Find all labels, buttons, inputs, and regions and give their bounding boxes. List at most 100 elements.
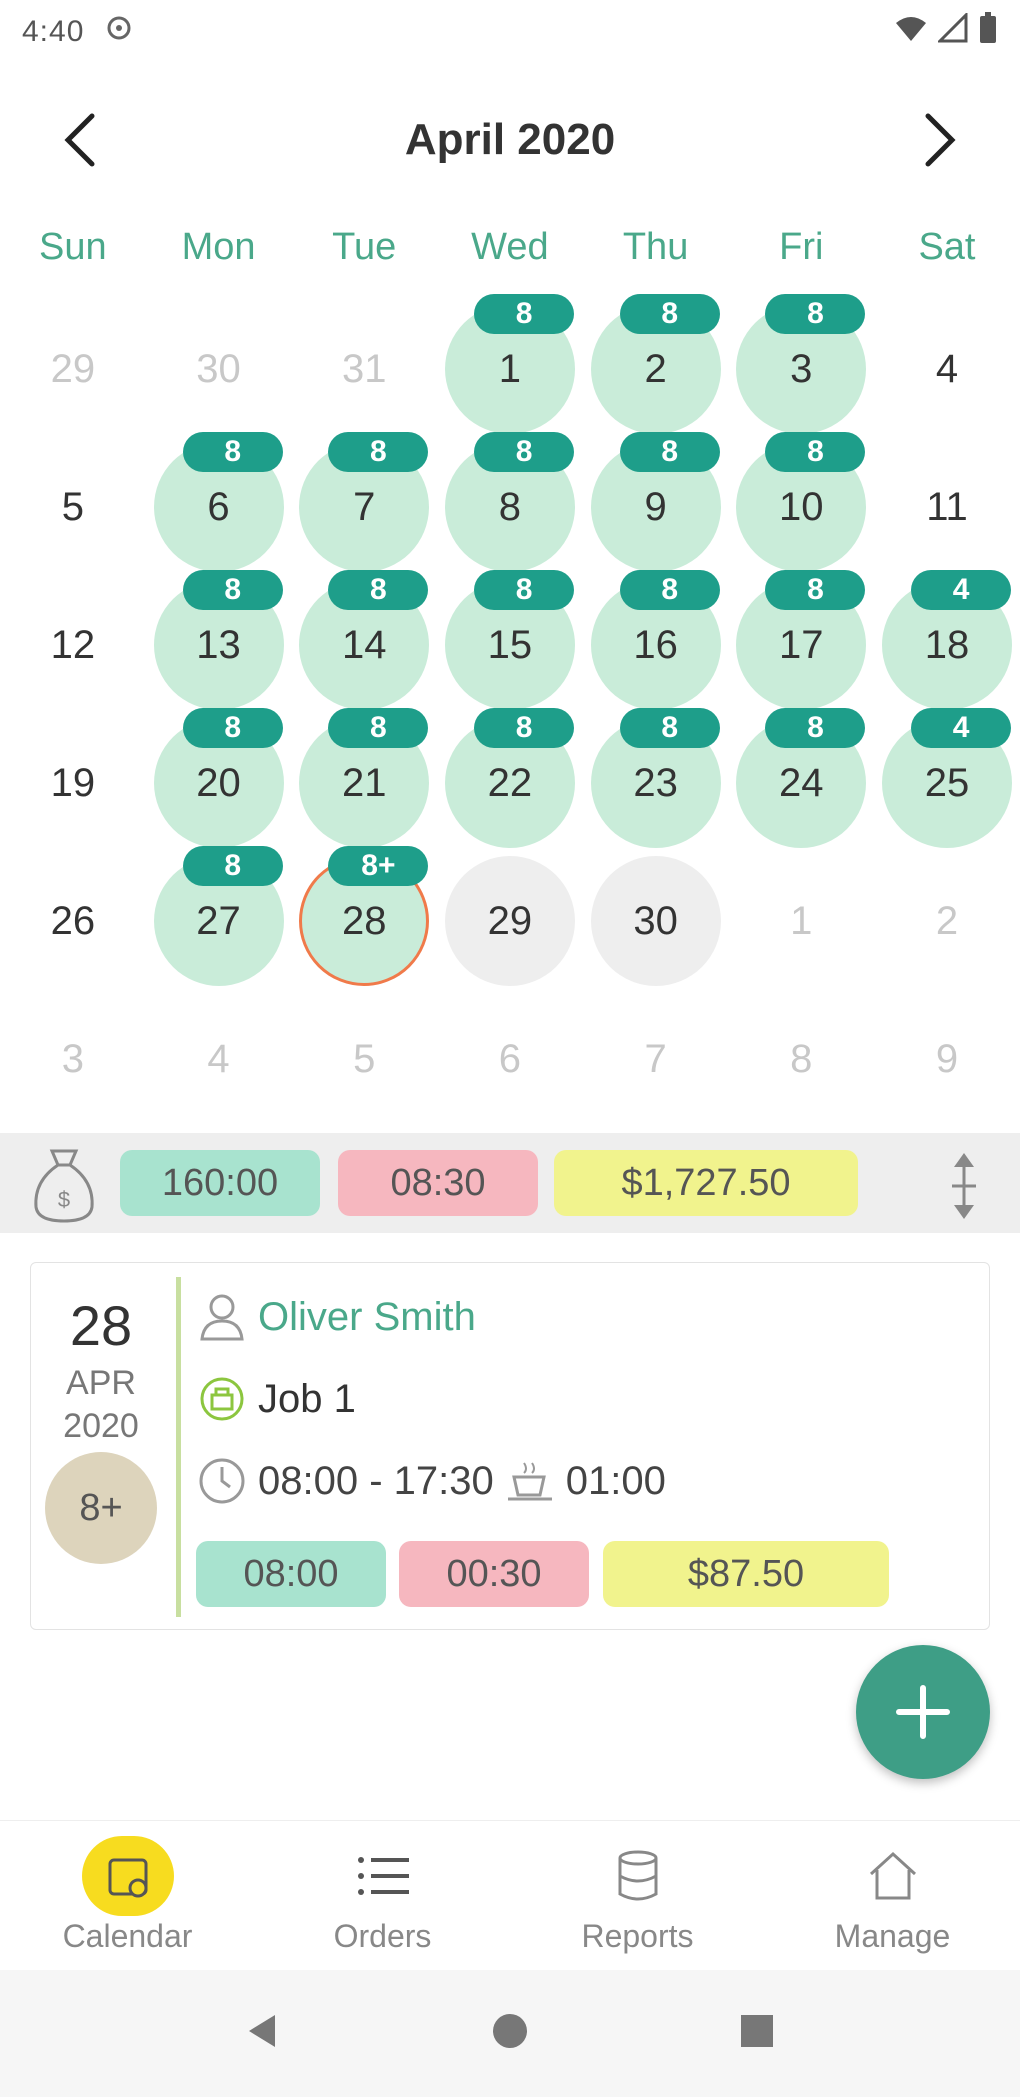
calendar-day-cell[interactable]: 8 24 [728, 708, 874, 852]
day-number: 25 [924, 760, 970, 805]
calendar-day-cell[interactable]: 7 [583, 990, 729, 1128]
calendar-day-cell[interactable]: 26 [0, 852, 146, 990]
nav-orders[interactable]: Orders [255, 1821, 510, 1970]
calendar-day-cell[interactable]: 8 17 [728, 570, 874, 714]
settings-status-icon [102, 11, 136, 53]
calendar-day-cell[interactable]: 2 [874, 852, 1020, 990]
sort-toggle-icon[interactable] [944, 1151, 984, 1226]
calendar-day-cell[interactable]: 31 [291, 300, 437, 438]
calendar-day-cell[interactable]: 9 [874, 990, 1020, 1128]
calendar-day-cell[interactable]: 30 [583, 852, 729, 990]
calendar-day-cell[interactable]: 8 21 [291, 708, 437, 852]
calendar-day-cell[interactable]: 1 [728, 852, 874, 990]
add-entry-button[interactable] [856, 1645, 990, 1779]
calendar-day-cell[interactable]: 4 18 [874, 570, 1020, 714]
day-number: 1 [790, 898, 813, 943]
hours-badge: 8 [182, 570, 283, 610]
month-title: April 2020 [404, 114, 616, 164]
calendar-day-cell[interactable]: 5 [291, 990, 437, 1128]
nav-manage[interactable]: Manage [765, 1821, 1020, 1970]
calendar-day-cell[interactable]: 86 [146, 432, 292, 576]
calendar-day-cell[interactable]: 89 [583, 432, 729, 576]
calendar-day-cell[interactable]: 12 [0, 576, 146, 714]
day-number: 11 [926, 484, 968, 529]
hours-badge: 8 [474, 570, 575, 610]
hours-badge: 8 [182, 432, 283, 472]
calendar-day-cell[interactable]: 8 14 [291, 570, 437, 714]
calendar-day-cell[interactable]: 87 [291, 432, 437, 576]
calendar-day-cell[interactable]: 81 [437, 294, 583, 438]
calendar-day-cell[interactable]: 8 15 [437, 570, 583, 714]
calendar-day-cell[interactable]: 82 [583, 294, 729, 438]
day-number: 8 [790, 1036, 813, 1081]
entry-divider [176, 1277, 181, 1617]
calendar-day-cell[interactable]: 4 [874, 300, 1020, 438]
day-number: 9 [935, 1036, 959, 1081]
total-earnings-pill: $1,727.50 [554, 1150, 858, 1216]
calendar-day-cell[interactable]: 6 [437, 990, 583, 1128]
calendar-day-cell[interactable]: 29 [0, 300, 146, 438]
weekday-label: Wed [471, 226, 549, 268]
calendar-week-row: 3 4 5 6 7 8 9 [0, 990, 1020, 1128]
calendar-day-cell[interactable]: 19 [0, 714, 146, 852]
calendar-day-cell[interactable]: 4 [146, 990, 292, 1128]
day-number: 5 [61, 484, 84, 529]
next-month-button[interactable] [900, 100, 980, 180]
hours-badge: 8 [619, 294, 720, 334]
hours-badge: 4 [911, 570, 1012, 610]
calendar-day-cell[interactable]: 8 13 [146, 570, 292, 714]
calendar-day-cell[interactable]: 8 [728, 990, 874, 1128]
calendar-day-cell[interactable]: 3 [0, 990, 146, 1128]
money-bag-icon: $ [28, 1145, 100, 1230]
calendar-day-cell[interactable]: 8 22 [437, 708, 583, 852]
day-number: 26 [50, 898, 96, 943]
nav-calendar[interactable]: Calendar [0, 1821, 255, 1970]
total-overtime-pill: 08:30 [338, 1150, 538, 1216]
day-number: 3 [61, 1036, 84, 1081]
calendar-day-cell[interactable]: 30 [146, 300, 292, 438]
home-button-icon[interactable] [490, 2011, 530, 2056]
day-number: 7 [644, 1036, 667, 1081]
clock-icon [199, 1458, 245, 1504]
calendar-day-cell[interactable]: 5 [0, 438, 146, 576]
calendar-day-cell[interactable]: 8 16 [583, 570, 729, 714]
calendar-day-cell[interactable]: 88 [437, 432, 583, 576]
calendar-day-cell[interactable]: 29 [437, 852, 583, 990]
wifi-icon [894, 13, 928, 51]
back-icon[interactable] [243, 2011, 283, 2056]
recents-icon[interactable] [737, 2011, 777, 2056]
day-number: 28 [341, 898, 387, 943]
hours-badge: 8 [474, 432, 575, 472]
weekday-label: Fri [779, 226, 824, 268]
day-number: 5 [353, 1036, 376, 1081]
day-number: 24 [779, 760, 824, 805]
day-number: 12 [50, 622, 96, 667]
calendar-day-cell[interactable]: 11 [874, 438, 1020, 576]
hours-badge: 8 [619, 570, 720, 610]
calendar-day-cell[interactable]: 8+ 28 [291, 846, 437, 990]
total-hours-pill: 160:00 [120, 1150, 320, 1216]
calendar-day-cell[interactable]: 4 25 [874, 708, 1020, 852]
day-number: 23 [633, 760, 678, 805]
calendar-day-cell[interactable]: 8 20 [146, 708, 292, 852]
calendar-week-row: 26 8 27 8+ 28 29 30 1 2 [0, 846, 1020, 990]
day-number: 2 [644, 346, 667, 391]
bottom-navigation: Calendar Orders Reports Manage [0, 1820, 1020, 1970]
work-entry-card[interactable]: 28 APR 2020 8+ Oliver Smith Job 1 08:00 … [30, 1262, 990, 1630]
day-number: 20 [196, 760, 241, 805]
hours-badge: 8 [474, 708, 575, 748]
calendar-day-cell[interactable]: 8 10 [728, 432, 874, 576]
day-number: 21 [341, 760, 387, 805]
day-number: 29 [487, 898, 533, 943]
entry-client-row: Oliver Smith [196, 1291, 476, 1343]
hours-badge: 8 [765, 294, 866, 334]
entry-hours-pill: 08:00 [196, 1541, 386, 1607]
calendar-day-cell[interactable]: 8 27 [146, 846, 292, 990]
nav-reports[interactable]: Reports [510, 1821, 765, 1970]
day-number: 15 [487, 622, 533, 667]
day-number: 4 [207, 1036, 230, 1081]
hours-badge: 8 [328, 570, 429, 610]
calendar-day-cell[interactable]: 83 [728, 294, 874, 438]
person-icon [200, 1294, 244, 1341]
calendar-day-cell[interactable]: 8 23 [583, 708, 729, 852]
